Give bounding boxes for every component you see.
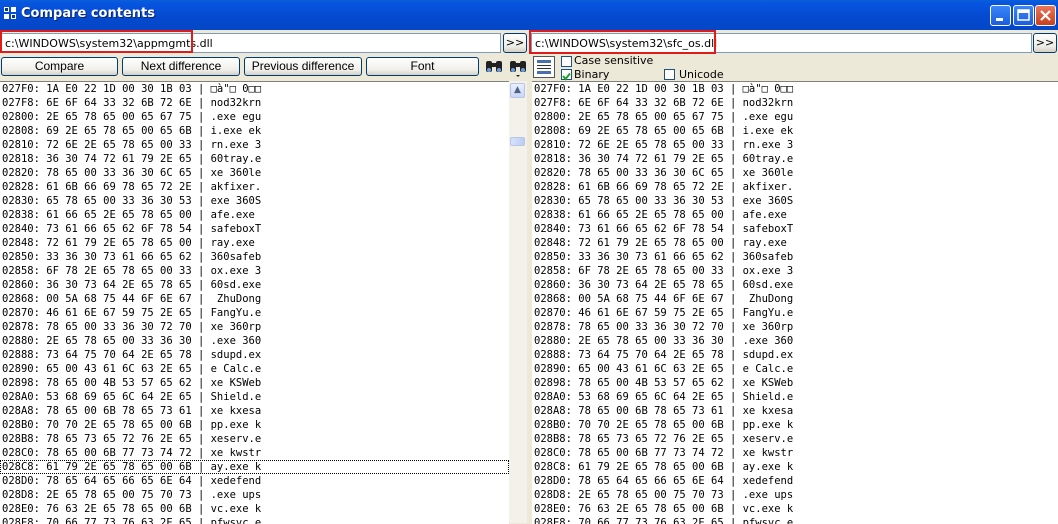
close-icon: [1040, 10, 1051, 21]
hex-row[interactable]: 02810: 72 6E 2E 65 78 65 00 33 | rn.exe …: [0, 138, 509, 152]
hex-row[interactable]: 027F0: 1A E0 22 1D 00 30 1B 03 | □à"□ 0□…: [532, 82, 1058, 96]
hex-row[interactable]: 02800: 2E 65 78 65 00 65 67 75 | .exe eg…: [0, 110, 509, 124]
hex-row[interactable]: 02820: 78 65 00 33 36 30 6C 65 | xe 360l…: [532, 166, 1058, 180]
hex-row[interactable]: 027F8: 6E 6F 64 33 32 6B 72 6E | nod32kr…: [532, 96, 1058, 110]
hex-row[interactable]: 02808: 69 2E 65 78 65 00 65 6B | i.exe e…: [0, 124, 509, 138]
hex-row[interactable]: 02850: 33 36 30 73 61 66 65 62 | 360safe…: [532, 250, 1058, 264]
hex-row[interactable]: 02820: 78 65 00 33 36 30 6C 65 | xe 360l…: [0, 166, 509, 180]
scroll-thumb[interactable]: [510, 137, 525, 146]
hex-row[interactable]: 02888: 73 64 75 70 64 2E 65 78 | sdupd.e…: [532, 348, 1058, 362]
left-vertical-scrollbar[interactable]: ▲: [509, 81, 527, 523]
hex-row[interactable]: 02800: 2E 65 78 65 00 65 67 75 | .exe eg…: [532, 110, 1058, 124]
hex-row[interactable]: 02868: 00 5A 68 75 44 6F 6E 67 | ZhuDong: [532, 292, 1058, 306]
font-button[interactable]: Font: [366, 57, 479, 76]
unicode-label: Unicode: [679, 68, 724, 81]
hex-row[interactable]: 02878: 78 65 00 33 36 30 72 70 | xe 360r…: [532, 320, 1058, 334]
hex-row[interactable]: 02890: 65 00 43 61 6C 63 2E 65 | e Calc.…: [532, 362, 1058, 376]
hex-row[interactable]: 02840: 73 61 66 65 62 6F 78 54 | safebox…: [532, 222, 1058, 236]
hex-row[interactable]: 02860: 36 30 73 64 2E 65 78 65 | 60sd.ex…: [532, 278, 1058, 292]
hex-row[interactable]: 02830: 65 78 65 00 33 36 30 53 | exe 360…: [0, 194, 509, 208]
minimize-button[interactable]: [990, 5, 1011, 26]
window-title: Compare contents: [21, 6, 155, 21]
find-icon: [486, 61, 502, 72]
case-sensitive-checkbox[interactable]: [561, 56, 572, 67]
hex-row[interactable]: 02880: 2E 65 78 65 00 33 36 30 | .exe 36…: [532, 334, 1058, 348]
find-button[interactable]: [483, 56, 505, 78]
hex-row[interactable]: 02808: 69 2E 65 78 65 00 65 6B | i.exe e…: [532, 124, 1058, 138]
hex-row[interactable]: 028C8: 61 79 2E 65 78 65 00 6B | ay.exe …: [0, 460, 509, 474]
hex-row[interactable]: 028C8: 61 79 2E 65 78 65 00 6B | ay.exe …: [532, 460, 1058, 474]
hex-row[interactable]: 028C0: 78 65 00 6B 77 73 74 72 | xe kwst…: [532, 446, 1058, 460]
previous-difference-button[interactable]: Previous difference: [244, 57, 362, 76]
hex-row[interactable]: 028B0: 70 70 2E 65 78 65 00 6B | pp.exe …: [0, 418, 509, 432]
hex-row[interactable]: 02828: 61 6B 66 69 78 65 72 2E | akfixer…: [532, 180, 1058, 194]
hex-row[interactable]: 028D8: 2E 65 78 65 00 75 70 73 | .exe up…: [0, 488, 509, 502]
hex-row[interactable]: 028C0: 78 65 00 6B 77 73 74 72 | xe kwst…: [0, 446, 509, 460]
hex-row[interactable]: 028A8: 78 65 00 6B 78 65 73 61 | xe kxes…: [532, 404, 1058, 418]
hex-row[interactable]: 02868: 00 5A 68 75 44 6F 6E 67 | ZhuDong: [0, 292, 509, 306]
right-browse-button[interactable]: >>: [1033, 33, 1057, 53]
case-sensitive-label: Case sensitive: [574, 54, 654, 67]
maximize-icon: [1017, 9, 1030, 21]
next-difference-button[interactable]: Next difference: [122, 57, 240, 76]
hex-row[interactable]: 027F8: 6E 6F 64 33 32 6B 72 6E | nod32kr…: [0, 96, 509, 110]
minimize-icon: [996, 18, 1003, 21]
hex-row[interactable]: 02858: 6F 78 2E 65 78 65 00 33 | ox.exe …: [0, 264, 509, 278]
hex-row[interactable]: 028A0: 53 68 69 65 6C 64 2E 65 | Shield.…: [0, 390, 509, 404]
binary-label: Binary: [574, 68, 610, 81]
scroll-up-arrow-icon[interactable]: ▲: [510, 83, 525, 98]
left-file-path-input[interactable]: [1, 33, 501, 53]
hex-row[interactable]: 028D8: 2E 65 78 65 00 75 70 73 | .exe up…: [532, 488, 1058, 502]
compare-text-button[interactable]: [533, 56, 555, 78]
hex-row[interactable]: 02818: 36 30 74 72 61 79 2E 65 | 60tray.…: [0, 152, 509, 166]
hex-row[interactable]: 02810: 72 6E 2E 65 78 65 00 33 | rn.exe …: [532, 138, 1058, 152]
hex-row[interactable]: 028A8: 78 65 00 6B 78 65 73 61 | xe kxes…: [0, 404, 509, 418]
hex-row[interactable]: 02840: 73 61 66 65 62 6F 78 54 | safebox…: [0, 222, 509, 236]
left-browse-button[interactable]: >>: [503, 33, 527, 53]
right-file-path-input[interactable]: [531, 33, 1032, 53]
hex-row[interactable]: 02890: 65 00 43 61 6C 63 2E 65 | e Calc.…: [0, 362, 509, 376]
hex-row[interactable]: 02828: 61 6B 66 69 78 65 72 2E | akfixer…: [0, 180, 509, 194]
hex-row[interactable]: 02898: 78 65 00 4B 53 57 65 62 | xe KSWe…: [0, 376, 509, 390]
compare-text-icon: [537, 60, 551, 74]
hex-row[interactable]: 02850: 33 36 30 73 61 66 65 62 | 360safe…: [0, 250, 509, 264]
find-next-icon: [510, 61, 526, 77]
binary-checkbox[interactable]: [561, 69, 572, 81]
hex-row[interactable]: 02848: 72 61 79 2E 65 78 65 00 | ray.exe: [0, 236, 509, 250]
hex-row[interactable]: 02898: 78 65 00 4B 53 57 65 62 | xe KSWe…: [532, 376, 1058, 390]
right-hex-pane[interactable]: 027F0: 1A E0 22 1D 00 30 1B 03 | □à"□ 0□…: [532, 81, 1058, 524]
hex-row[interactable]: 028A0: 53 68 69 65 6C 64 2E 65 | Shield.…: [532, 390, 1058, 404]
hex-row[interactable]: 02860: 36 30 73 64 2E 65 78 65 | 60sd.ex…: [0, 278, 509, 292]
hex-row[interactable]: 02858: 6F 78 2E 65 78 65 00 33 | ox.exe …: [532, 264, 1058, 278]
compare-app-icon: [4, 7, 16, 19]
left-hex-pane[interactable]: 027F0: 1A E0 22 1D 00 30 1B 03 | □à"□ 0□…: [0, 81, 509, 524]
hex-row[interactable]: 02838: 61 66 65 2E 65 78 65 00 | afe.exe: [532, 208, 1058, 222]
hex-row[interactable]: 027F0: 1A E0 22 1D 00 30 1B 03 | □à"□ 0□…: [0, 82, 509, 96]
hex-row[interactable]: 028B8: 78 65 73 65 72 76 2E 65 | xeserv.…: [0, 432, 509, 446]
hex-row[interactable]: 028D0: 78 65 64 65 66 65 6E 64 | xedefen…: [532, 474, 1058, 488]
hex-row[interactable]: 028B0: 70 70 2E 65 78 65 00 6B | pp.exe …: [532, 418, 1058, 432]
title-bar[interactable]: Compare contents: [0, 0, 1058, 30]
checkmark-icon: [562, 72, 571, 81]
hex-row[interactable]: 028E0: 76 63 2E 65 78 65 00 6B | vc.exe …: [532, 502, 1058, 516]
right-hex-rows: 027F0: 1A E0 22 1D 00 30 1B 03 | □à"□ 0□…: [532, 82, 1058, 524]
left-hex-rows: 027F0: 1A E0 22 1D 00 30 1B 03 | □à"□ 0□…: [0, 82, 509, 524]
find-next-button[interactable]: [507, 56, 529, 78]
hex-row[interactable]: 028E0: 76 63 2E 65 78 65 00 6B | vc.exe …: [0, 502, 509, 516]
unicode-checkbox[interactable]: [664, 69, 675, 80]
hex-row[interactable]: 02888: 73 64 75 70 64 2E 65 78 | sdupd.e…: [0, 348, 509, 362]
hex-row[interactable]: 028D0: 78 65 64 65 66 65 6E 64 | xedefen…: [0, 474, 509, 488]
hex-row[interactable]: 02878: 78 65 00 33 36 30 72 70 | xe 360r…: [0, 320, 509, 334]
close-button[interactable]: [1035, 5, 1056, 26]
hex-row[interactable]: 028B8: 78 65 73 65 72 76 2E 65 | xeserv.…: [532, 432, 1058, 446]
hex-row[interactable]: 02880: 2E 65 78 65 00 33 36 30 | .exe 36…: [0, 334, 509, 348]
hex-row[interactable]: 02838: 61 66 65 2E 65 78 65 00 | afe.exe: [0, 208, 509, 222]
hex-row[interactable]: 02870: 46 61 6E 67 59 75 2E 65 | FangYu.…: [0, 306, 509, 320]
hex-row[interactable]: 02818: 36 30 74 72 61 79 2E 65 | 60tray.…: [532, 152, 1058, 166]
maximize-button[interactable]: [1013, 5, 1034, 26]
hex-row[interactable]: 02870: 46 61 6E 67 59 75 2E 65 | FangYu.…: [532, 306, 1058, 320]
hex-row[interactable]: 02830: 65 78 65 00 33 36 30 53 | exe 360…: [532, 194, 1058, 208]
hex-row[interactable]: 02848: 72 61 79 2E 65 78 65 00 | ray.exe: [532, 236, 1058, 250]
compare-button[interactable]: Compare: [1, 57, 118, 76]
